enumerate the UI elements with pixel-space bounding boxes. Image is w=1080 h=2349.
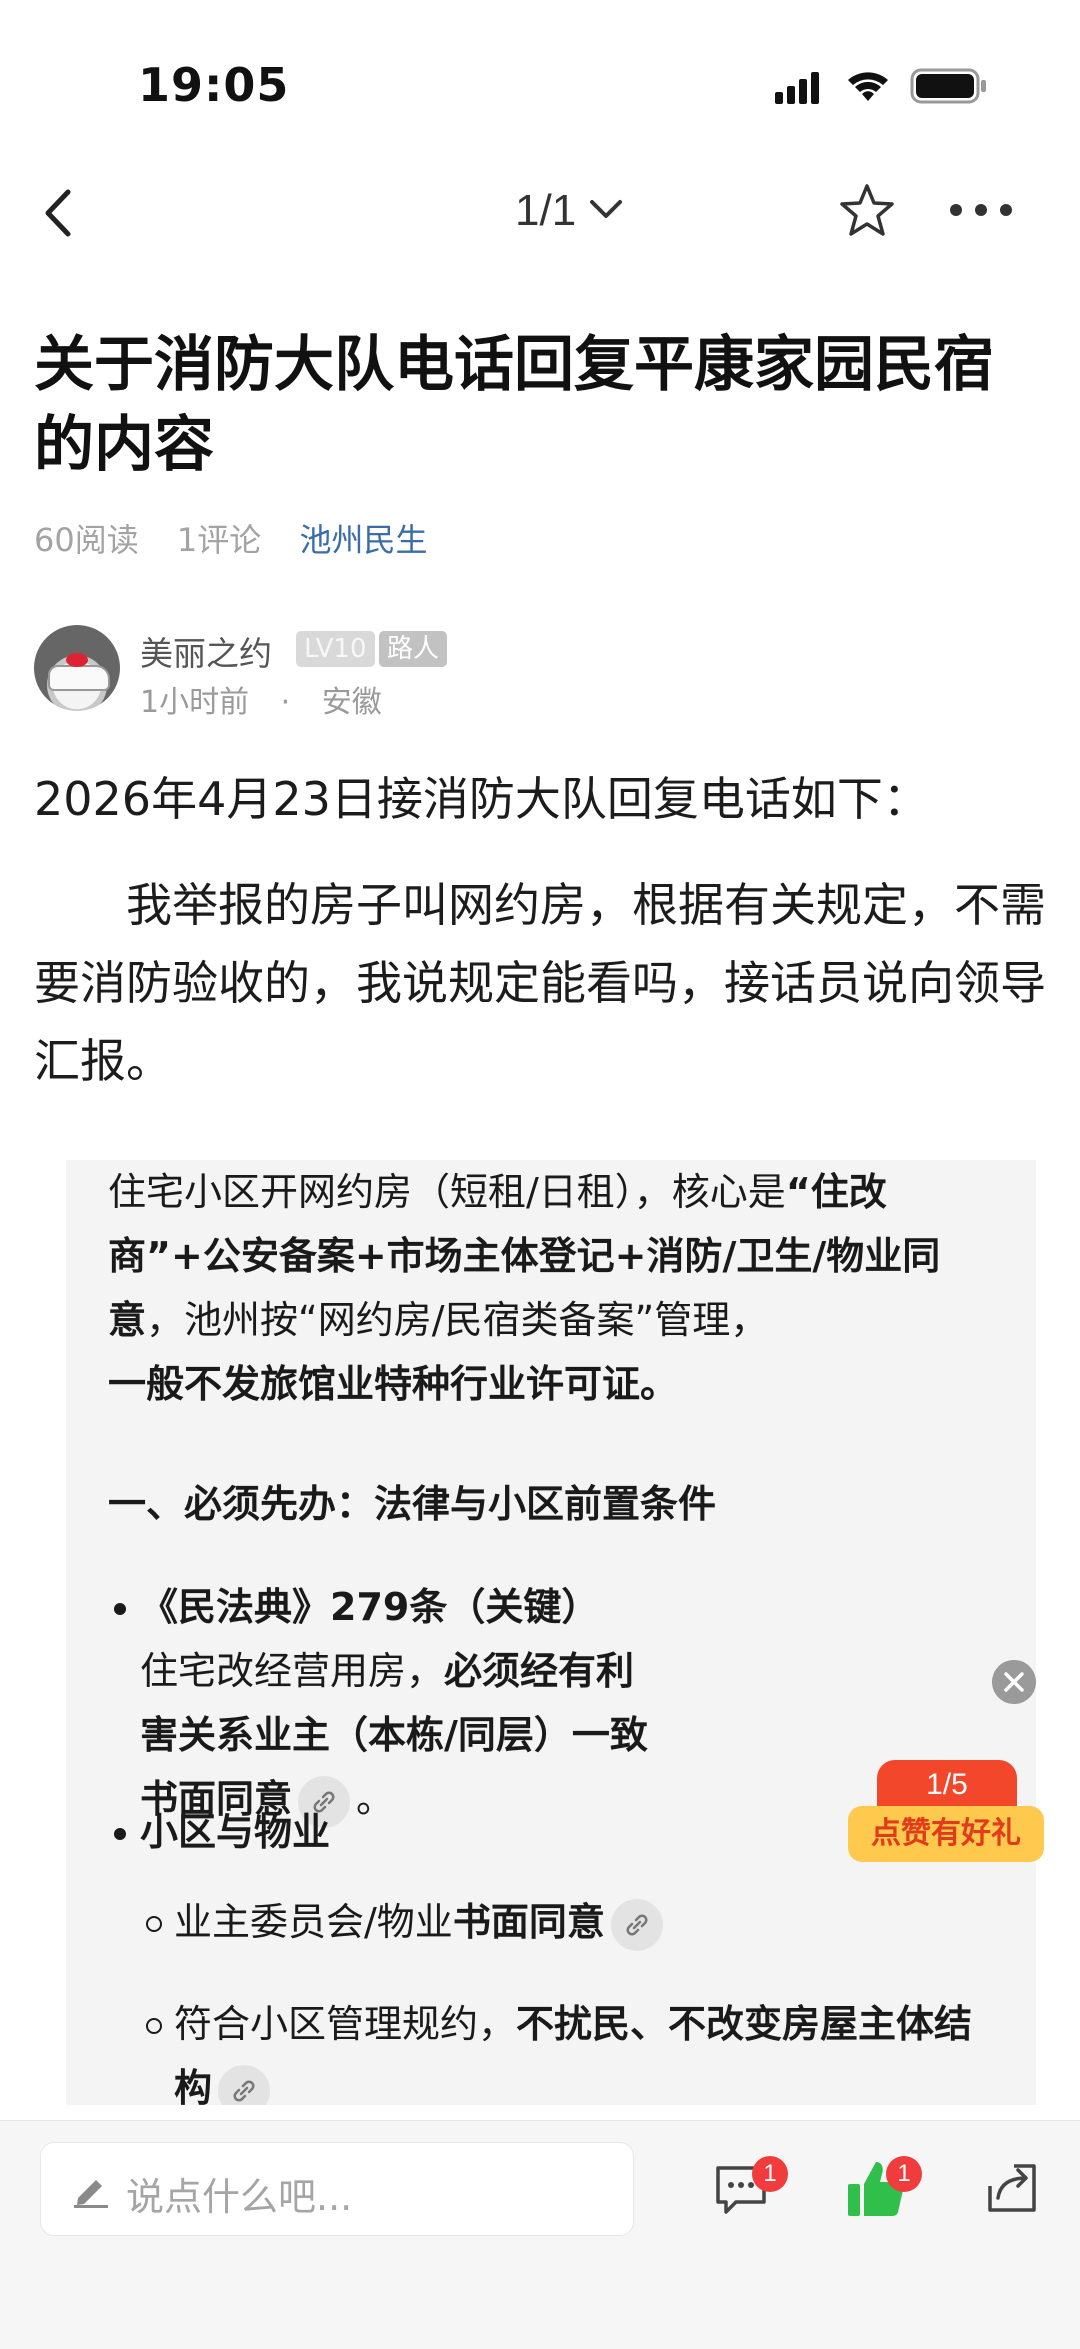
bullet-1-title: 《民法典》279条（关键） xyxy=(140,1585,600,1629)
read-count: 60阅读 xyxy=(34,521,139,559)
wifi-icon xyxy=(848,72,888,101)
bullet-2-title: 小区与物业 xyxy=(140,1810,331,1854)
status-bar: 19:05 xyxy=(0,0,1080,170)
like-count-badge: 1 xyxy=(886,2156,922,2192)
status-time: 19:05 xyxy=(138,58,290,112)
star-icon[interactable] xyxy=(838,182,896,240)
comment-count-badge: 1 xyxy=(752,2156,788,2192)
article-title: 关于消防大队电话回复平康家园民宿的内容 xyxy=(34,330,994,480)
card-heading-1: 一、必须先办：法律与小区前置条件 xyxy=(108,1482,717,1526)
post-time: 1小时前 xyxy=(140,685,250,720)
chevron-down-icon[interactable] xyxy=(588,196,624,224)
link-icon[interactable] xyxy=(610,1898,663,1951)
post-time-location: 1小时前 · 安徽 xyxy=(140,685,382,720)
more-icon[interactable] xyxy=(946,200,1016,220)
level-badge: LV10 xyxy=(296,631,375,667)
paragraph-1: 2026年4月23日接消防大队回复电话如下： xyxy=(34,772,929,826)
share-icon[interactable] xyxy=(984,2160,1040,2216)
comment-count-text: 1评论 xyxy=(176,521,262,559)
close-icon[interactable] xyxy=(992,1660,1036,1704)
author-row[interactable]: 美丽之约 LV10 路人 1小时前 · 安徽 xyxy=(34,625,934,720)
article-meta: 60阅读 1评论 池州民生 xyxy=(34,515,455,561)
paragraph-2: 我举报的房子叫网约房，根据有关规定，不需要消防验收的，我说规定能看吗，接话员说向… xyxy=(34,878,1046,1088)
role-badge: 路人 xyxy=(379,631,448,667)
topic-link[interactable]: 池州民生 xyxy=(299,521,427,559)
link-icon[interactable] xyxy=(218,2064,271,2105)
promo-counter[interactable]: 1/5 xyxy=(877,1760,1017,1810)
pen-icon xyxy=(74,2180,108,2208)
page-indicator[interactable]: 1/1 xyxy=(515,186,576,236)
embedded-image-card[interactable]: 住宅小区开网约房（短租/日租），核心是“住改商”+公安备案+市场主体登记+消防/… xyxy=(66,1160,1036,2105)
comment-placeholder[interactable]: 说点什么吧... xyxy=(126,2166,352,2221)
back-icon[interactable] xyxy=(38,188,78,238)
author-name[interactable]: 美丽之约 xyxy=(140,627,272,675)
post-location: 安徽 xyxy=(321,685,382,720)
battery-icon xyxy=(910,68,986,104)
card-intro: 住宅小区开网约房（短租/日租），核心是“住改商”+公安备案+市场主体登记+消防/… xyxy=(108,1170,941,1406)
promo-label[interactable]: 点赞有好礼 xyxy=(848,1806,1044,1862)
cellular-signal-icon xyxy=(775,72,819,104)
avatar[interactable] xyxy=(34,625,120,711)
